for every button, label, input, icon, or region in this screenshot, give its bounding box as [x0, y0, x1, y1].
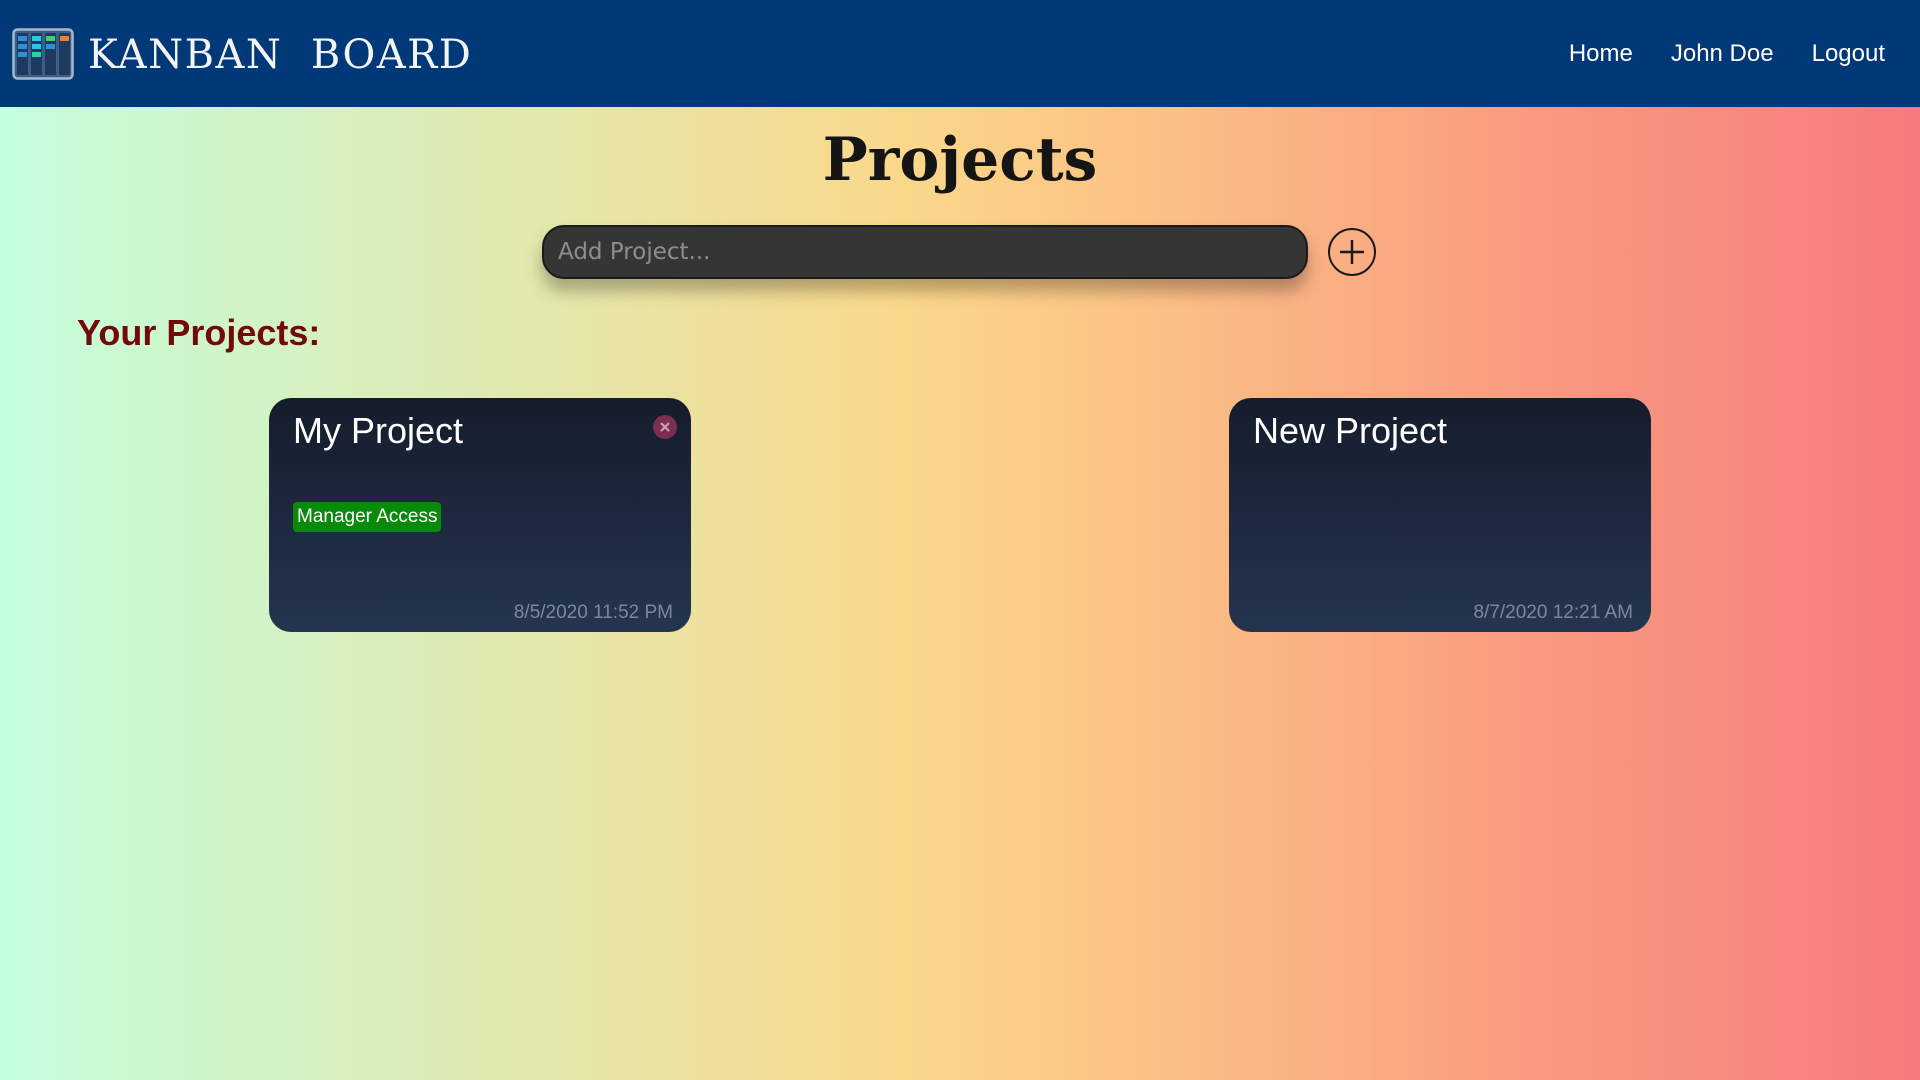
project-title: New Project [1253, 410, 1448, 451]
add-project-button[interactable] [1328, 228, 1376, 276]
add-project-row [542, 225, 1376, 279]
page-title: Projects [822, 125, 1098, 195]
project-date: 8/7/2020 12:21 AM [1473, 602, 1633, 623]
manager-access-badge: Manager Access [293, 502, 442, 532]
project-card-my-project[interactable]: My Project Manager Access 8/5/2020 11:52… [269, 398, 691, 632]
nav-link-logout[interactable]: Logout [1812, 40, 1885, 68]
kanban-board-icon [12, 27, 74, 80]
brand-title: KANBAN BOARD [88, 31, 473, 78]
nav-link-home[interactable]: Home [1569, 40, 1633, 68]
project-title: My Project [293, 410, 464, 451]
your-projects-heading: Your Projects: [77, 312, 321, 353]
delete-project-button[interactable] [653, 415, 677, 439]
project-date: 8/5/2020 11:52 PM [513, 602, 673, 623]
close-icon [660, 422, 670, 432]
nav-link-profile[interactable]: John Doe [1671, 40, 1774, 68]
project-card-new-project[interactable]: New Project 8/7/2020 12:21 AM [1229, 398, 1651, 632]
navbar: KANBAN BOARD Home John Doe Logout [0, 0, 1920, 107]
brand[interactable]: KANBAN BOARD [12, 27, 473, 80]
add-project-input[interactable] [542, 225, 1308, 279]
nav-links: Home John Doe Logout [1569, 40, 1885, 68]
plus-circle-icon [1340, 240, 1364, 264]
